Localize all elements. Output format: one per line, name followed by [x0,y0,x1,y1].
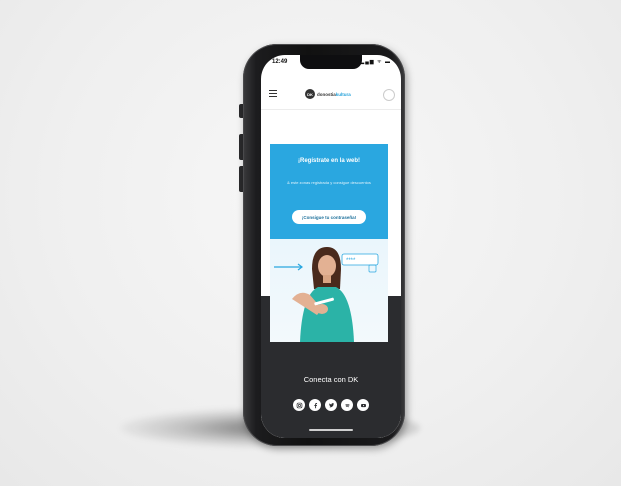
social-links [261,399,401,411]
woman-hands [316,304,328,314]
home-indicator [309,429,353,431]
phone-screen: 12:49 ▂▄▆ ᯤ ▬ DK donostiakultura ¡Regíst… [261,55,401,438]
password-mask: **** [346,258,356,264]
promo-description: & este zonas registrada y consigue descu… [287,180,371,185]
page-content: ¡Regístrate en la web! & este zonas regi… [261,110,401,438]
lock-icon [368,264,377,273]
woman-neck [323,275,331,283]
spotify-icon[interactable] [341,399,353,411]
youtube-icon[interactable] [357,399,369,411]
user-account-icon[interactable] [383,89,395,101]
hamburger-menu-icon[interactable] [269,90,277,97]
promo-illustration: **** [274,247,379,342]
app-header: DK donostiakultura [261,79,401,110]
promo-photo: **** [270,239,388,342]
social-title: Conecta con DK [303,375,359,384]
logo-mark: DK [305,89,315,99]
phone-notch [300,55,362,69]
promo-banner: ¡Regístrate en la web! & este zonas regi… [270,144,388,239]
logo-text: donostiakultura [317,92,351,97]
logo-text-prefix: donostia [317,91,336,97]
facebook-icon[interactable] [309,399,321,411]
promo-title: ¡Regístrate en la web! [297,158,360,164]
get-password-button[interactable]: ¡Consigue tu contraseña! [292,210,366,224]
status-time: 12:49 [272,59,288,65]
twitter-icon[interactable] [325,399,337,411]
woman-face [318,255,336,277]
logo-text-accent: kultura [335,91,351,97]
register-promo-card: ¡Regístrate en la web! & este zonas regi… [270,144,388,342]
mockup-stage: 12:49 ▂▄▆ ᯤ ▬ DK donostiakultura ¡Regíst… [0,0,621,486]
site-logo[interactable]: DK donostiakultura [305,89,351,99]
status-icons: ▂▄▆ ᯤ ▬ [360,59,391,65]
instagram-icon[interactable] [293,399,305,411]
